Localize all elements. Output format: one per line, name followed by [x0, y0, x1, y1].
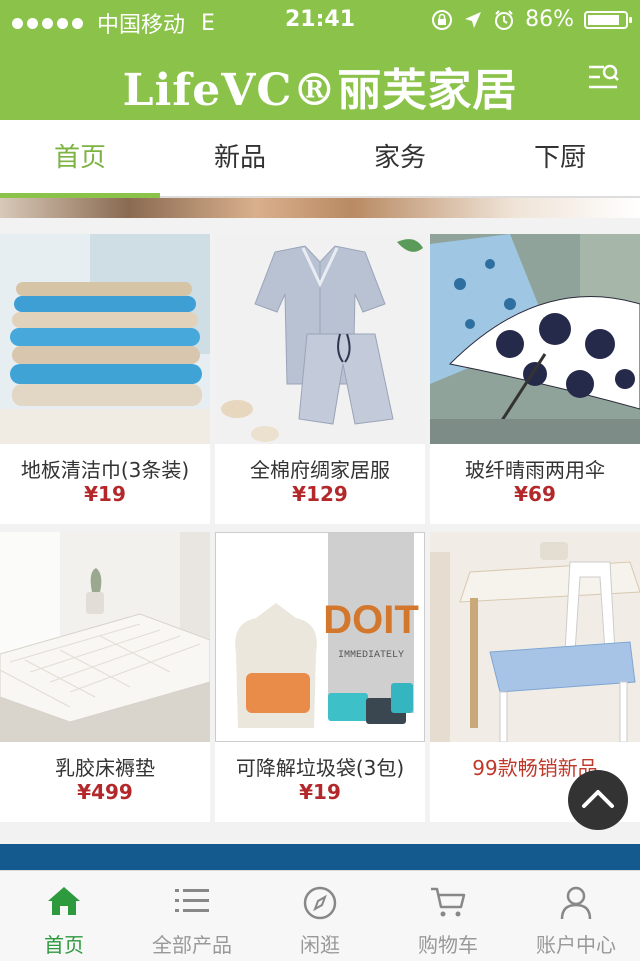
bottom-banner[interactable] [0, 844, 640, 870]
home-icon [48, 887, 80, 915]
nav-label: 账户中心 [536, 933, 616, 957]
chevron-up-icon [582, 790, 614, 808]
menu-icon[interactable] [586, 60, 620, 94]
product-card[interactable]: 全棉府绸家居服 ¥129 [215, 234, 425, 524]
battery-icon [584, 10, 632, 29]
product-price: ¥69 [514, 482, 556, 506]
tab-housework[interactable]: 家务 [320, 120, 480, 196]
bag-sub-text: IMMEDIATELY [338, 650, 404, 661]
list-icon [175, 889, 209, 912]
product-name: 可降解垃圾袋(3包) [235, 756, 405, 780]
product-image-chairs[interactable] [430, 532, 640, 742]
nav-home[interactable]: 首页 [0, 871, 128, 961]
nav-label: 全部产品 [152, 933, 232, 957]
product-price: ¥19 [84, 482, 126, 506]
rotation-lock-icon [432, 9, 453, 30]
product-price: ¥19 [299, 780, 341, 804]
product-card[interactable]: 玻纤晴雨两用伞 ¥69 [430, 234, 640, 524]
nav-label: 闲逛 [300, 933, 340, 957]
nav-label: 首页 [44, 933, 84, 957]
bag-brand-text: DOIT [323, 598, 419, 642]
bottom-navigation: 首页 全部产品 闲逛 购物车 账户中心 [0, 870, 640, 961]
product-card[interactable]: 地板清洁巾(3条装) ¥19 [0, 234, 210, 524]
nav-all-products[interactable]: 全部产品 [128, 871, 256, 961]
location-icon [465, 11, 482, 28]
product-card[interactable]: 乳胶床褥垫 ¥499 [0, 532, 210, 822]
product-name: 乳胶床褥垫 [55, 756, 155, 780]
product-image-towels[interactable] [0, 234, 210, 444]
cart-icon [431, 887, 466, 917]
product-price: ¥499 [77, 780, 133, 804]
app-header: LifeVC®丽芙家居 [0, 40, 640, 120]
tab-home[interactable]: 首页 [0, 120, 160, 198]
product-image-mattress[interactable] [0, 532, 210, 742]
banner-image[interactable] [0, 198, 640, 218]
tab-new[interactable]: 新品 [160, 120, 320, 196]
product-name: 地板清洁巾(3条装) [20, 458, 190, 482]
product-name: 玻纤晴雨两用伞 [465, 458, 605, 482]
product-image-umbrella[interactable] [430, 234, 640, 444]
nav-label: 购物车 [418, 933, 478, 957]
compass-icon [303, 886, 337, 920]
product-card[interactable]: DOIT IMMEDIATELY 可降解垃圾袋(3包) ¥19 [215, 532, 425, 822]
nav-browse[interactable]: 闲逛 [256, 871, 384, 961]
scroll-to-top-button[interactable] [568, 770, 628, 830]
product-name: 全棉府绸家居服 [250, 458, 390, 482]
user-icon [560, 886, 592, 920]
battery-percent: 86% [525, 7, 574, 32]
category-tabs: 首页 新品 家务 下厨 [0, 120, 640, 198]
brand-logo: LifeVC®丽芙家居 [122, 65, 518, 116]
nav-cart[interactable]: 购物车 [384, 871, 512, 961]
alarm-icon [495, 9, 514, 30]
product-image-garbage-bags[interactable]: DOIT IMMEDIATELY [215, 532, 425, 742]
tab-kitchen[interactable]: 下厨 [480, 120, 640, 196]
nav-account[interactable]: 账户中心 [512, 871, 640, 961]
product-price: ¥129 [292, 482, 348, 506]
product-image-pajamas[interactable] [215, 234, 425, 444]
status-bar: 中国移动 E 21:41 86% [0, 0, 640, 40]
